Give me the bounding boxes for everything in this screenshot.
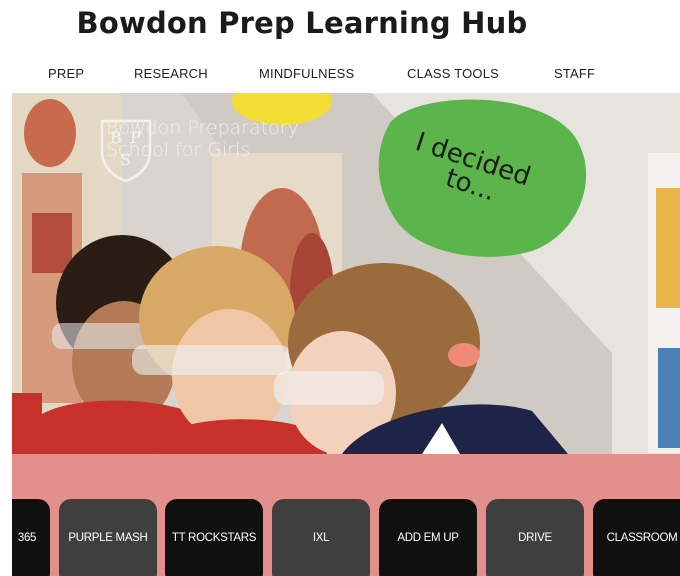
nav-item-class-tools[interactable]: CLASS TOOLS [407, 66, 499, 81]
quick-links-band: 365 PURPLE MASH TT ROCKSTARS IXL ADD EM … [12, 454, 680, 576]
tool-label: PURPLE MASH [68, 532, 148, 544]
nav-item-mindfulness[interactable]: MINDFULNESS [259, 66, 354, 81]
school-logo: B P S Bowdon Preparatory School for Girl… [98, 117, 299, 183]
tool-label: 365 [17, 532, 37, 544]
tool-tile-tt-rockstars[interactable]: TT ROCKSTARS [165, 499, 263, 576]
nav-item-prep[interactable]: PREP [48, 66, 84, 81]
tool-tile-classroom[interactable]: CLASSROOM [593, 499, 680, 576]
logo-line2: School for Girls [106, 139, 251, 161]
tool-tile-add-em-up[interactable]: ADD EM UP [379, 499, 477, 576]
tool-label: TT ROCKSTARS [171, 532, 257, 544]
nav-item-staff[interactable]: STAFF [554, 66, 595, 81]
tool-label: IXL [312, 532, 330, 544]
tool-label: DRIVE [518, 532, 552, 544]
logo-line1: Bowdon Preparatory [106, 117, 299, 139]
page-title: Bowdon Prep Learning Hub [76, 6, 528, 40]
main-nav: PREP RESEARCH MINDFULNESS CLASS TOOLS ST… [0, 66, 680, 84]
tool-tile-ixl[interactable]: IXL [272, 499, 370, 576]
nav-item-research[interactable]: RESEARCH [134, 66, 208, 81]
tool-tile-drive[interactable]: DRIVE [486, 499, 584, 576]
tool-tile-365[interactable]: 365 [12, 499, 50, 576]
tool-label: ADD EM UP [397, 532, 459, 544]
tool-label: CLASSROOM [606, 532, 678, 544]
tool-tile-purple-mash[interactable]: PURPLE MASH [59, 499, 157, 576]
hero-image: I decided to... B P S Bowdon Preparatory… [12, 93, 680, 454]
